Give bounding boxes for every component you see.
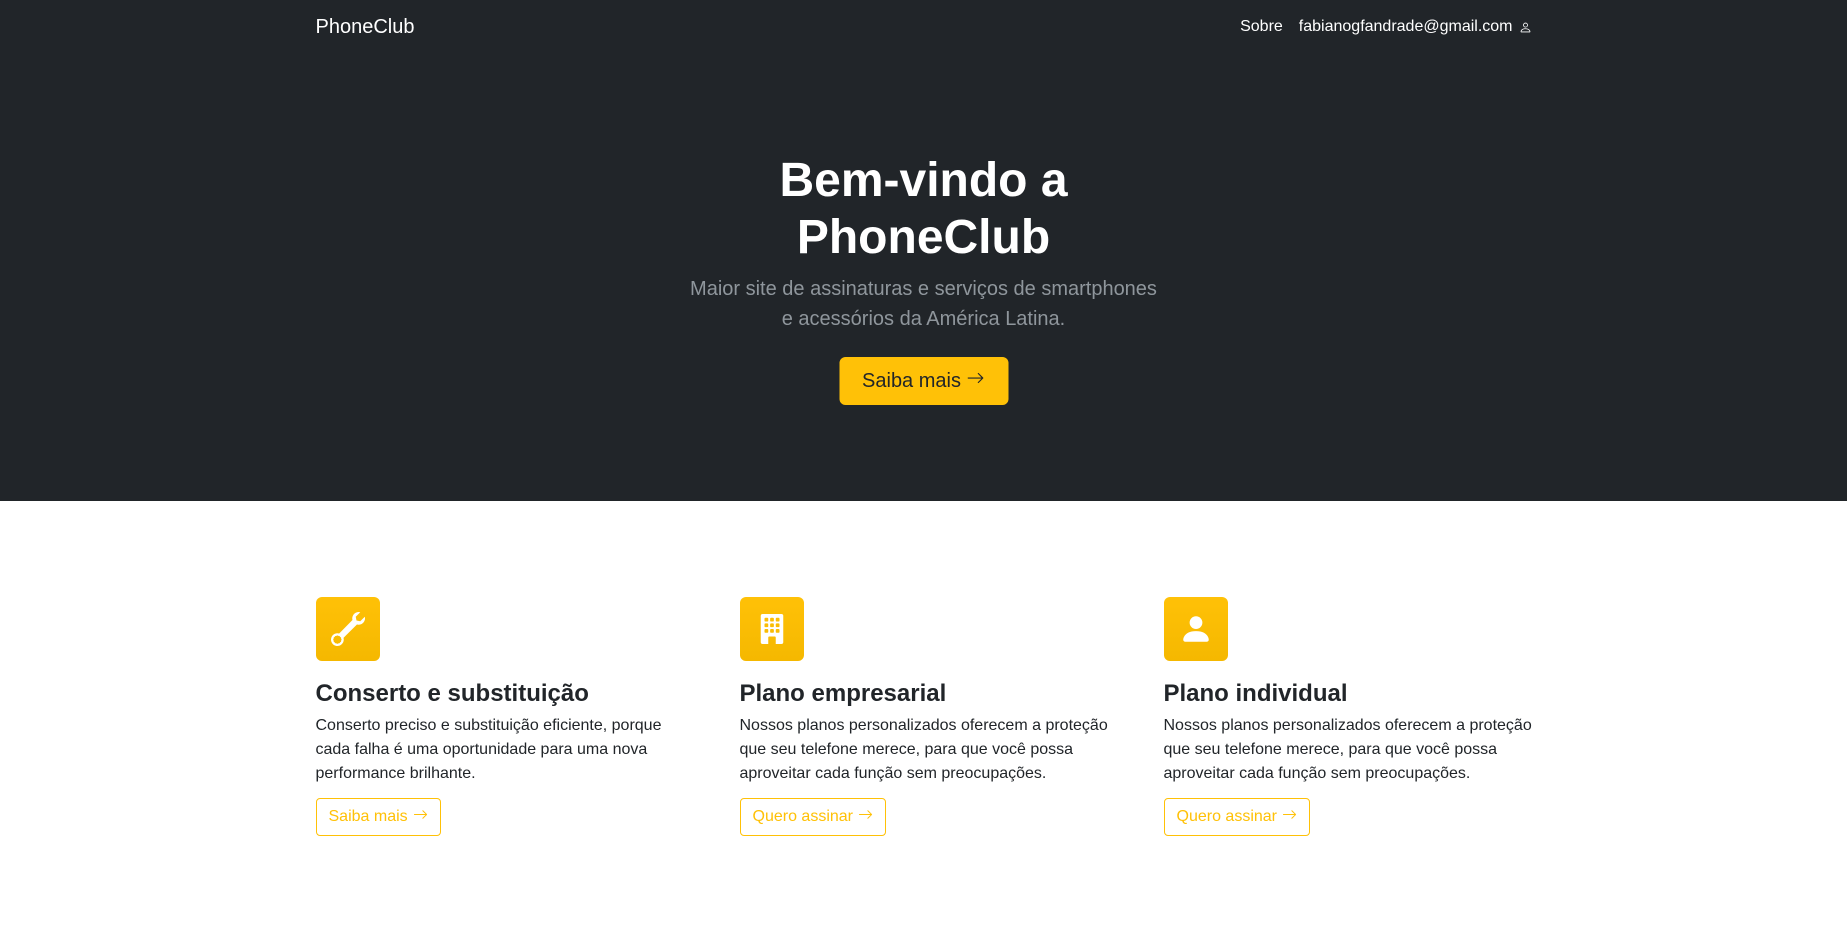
feature-title: Plano empresarial	[739, 680, 947, 707]
arrow-right-icon	[413, 807, 428, 827]
hero-button-label: Saiba mais	[862, 369, 961, 392]
user-email: fabianogfandrade@gmail.com	[1298, 18, 1513, 35]
learn-more-button[interactable]: Saiba mais	[315, 798, 441, 836]
features-section: Conserto e substituição Conserto preciso…	[315, 501, 1532, 941]
arrow-right-icon	[858, 807, 873, 827]
person-fill-icon	[1163, 597, 1228, 661]
user-account-link[interactable]: fabianogfandrade@gmail.com	[1299, 18, 1532, 36]
button-label: Saiba mais	[328, 808, 408, 825]
subscribe-individual-button[interactable]: Quero assinar	[1163, 798, 1310, 836]
feature-card-repair: Conserto e substituição Conserto preciso…	[315, 597, 696, 836]
hero-title-line-1: Bem-vindo a	[779, 154, 1068, 207]
feature-title: Conserto e substituição	[315, 680, 589, 707]
top-navbar: PhoneClub Sobre fabianogfandrade@gmail.c…	[0, 0, 1847, 54]
arrow-right-icon	[1282, 807, 1297, 827]
hero-lead-text: Maior site de assinaturas e serviços de …	[690, 278, 1157, 330]
wrench-icon	[315, 597, 380, 661]
navbar-container: PhoneClub Sobre fabianogfandrade@gmail.c…	[316, 0, 1532, 54]
feature-card-individual-plan: Plano individual Nossos planos personali…	[1163, 597, 1544, 836]
nav-link-about[interactable]: Sobre	[1240, 18, 1283, 36]
subscribe-business-button[interactable]: Quero assinar	[739, 798, 886, 836]
nav-links: Sobre fabianogfandrade@gmail.com	[1240, 18, 1531, 36]
person-icon	[1519, 21, 1532, 34]
hero-learn-more-button[interactable]: Saiba mais	[839, 357, 1008, 405]
brand-link[interactable]: PhoneClub	[316, 16, 415, 39]
hero-section: Bem-vindo a PhoneClub Maior site de assi…	[0, 54, 1847, 501]
arrow-right-icon	[967, 369, 985, 393]
feature-description: Conserto preciso e substituição eficient…	[315, 717, 662, 782]
feature-card-business-plan: Plano empresarial Nossos planos personal…	[739, 597, 1120, 836]
hero-title-line-2: PhoneClub	[796, 211, 1051, 264]
hero-title: Bem-vindo a PhoneClub	[0, 152, 1847, 266]
building-icon	[739, 597, 804, 661]
button-label: Quero assinar	[752, 808, 854, 825]
feature-description: Nossos planos personalizados oferecem a …	[739, 717, 1108, 782]
feature-title: Plano individual	[1163, 680, 1348, 707]
button-label: Quero assinar	[1176, 808, 1278, 825]
feature-description: Nossos planos personalizados oferecem a …	[1163, 717, 1532, 782]
